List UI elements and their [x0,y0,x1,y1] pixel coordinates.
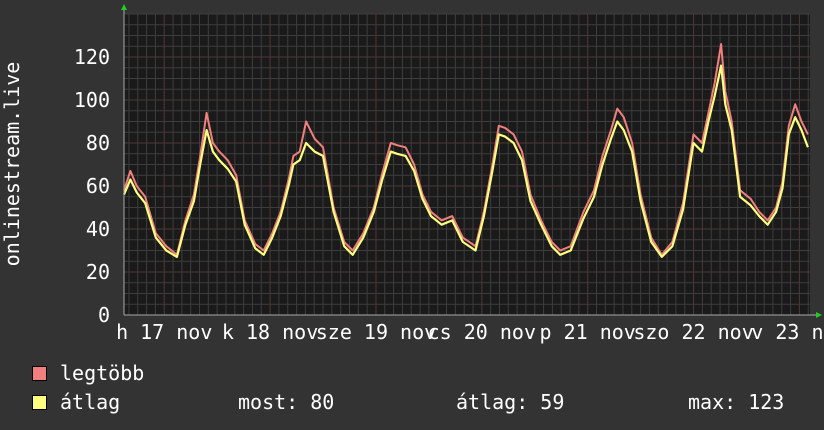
stat-max: max: 123 [688,390,785,414]
legend-item-atlag: átlag [32,390,121,414]
y-tick-label: 80 [86,131,110,155]
y-tick-label: 120 [74,45,110,69]
y-axis-label: onlinestream.live [0,62,24,267]
y-tick-label: 20 [86,260,110,284]
x-tick-label: v 23 nov [751,320,824,344]
y-axis-arrow [121,4,127,10]
legend-swatch-atlag [32,394,47,410]
x-axis-arrow [816,312,822,318]
stat-most: most: 80 [238,390,335,414]
x-tick-label: cs 20 nov [428,320,536,344]
y-tick-label: 0 [98,303,110,327]
x-tick-label: p 21 nov [540,320,636,344]
y-tick-label: 60 [86,174,110,198]
legend-swatch-legtobb [32,365,47,381]
legend-label-atlag: átlag [60,390,121,414]
x-tick-label: szo 22 nov [633,320,753,344]
legend-item-legtobb: legtöbb [32,361,145,385]
y-tick-label: 100 [74,88,110,112]
x-tick-label: k 18 nov [222,320,318,344]
stat-atlag: átlag: 59 [456,390,565,414]
x-tick-label: sze 19 nov [316,320,436,344]
y-tick-label: 40 [86,217,110,241]
legend-label-legtobb: legtöbb [60,361,145,385]
x-tick-label: h 17 nov [116,320,212,344]
